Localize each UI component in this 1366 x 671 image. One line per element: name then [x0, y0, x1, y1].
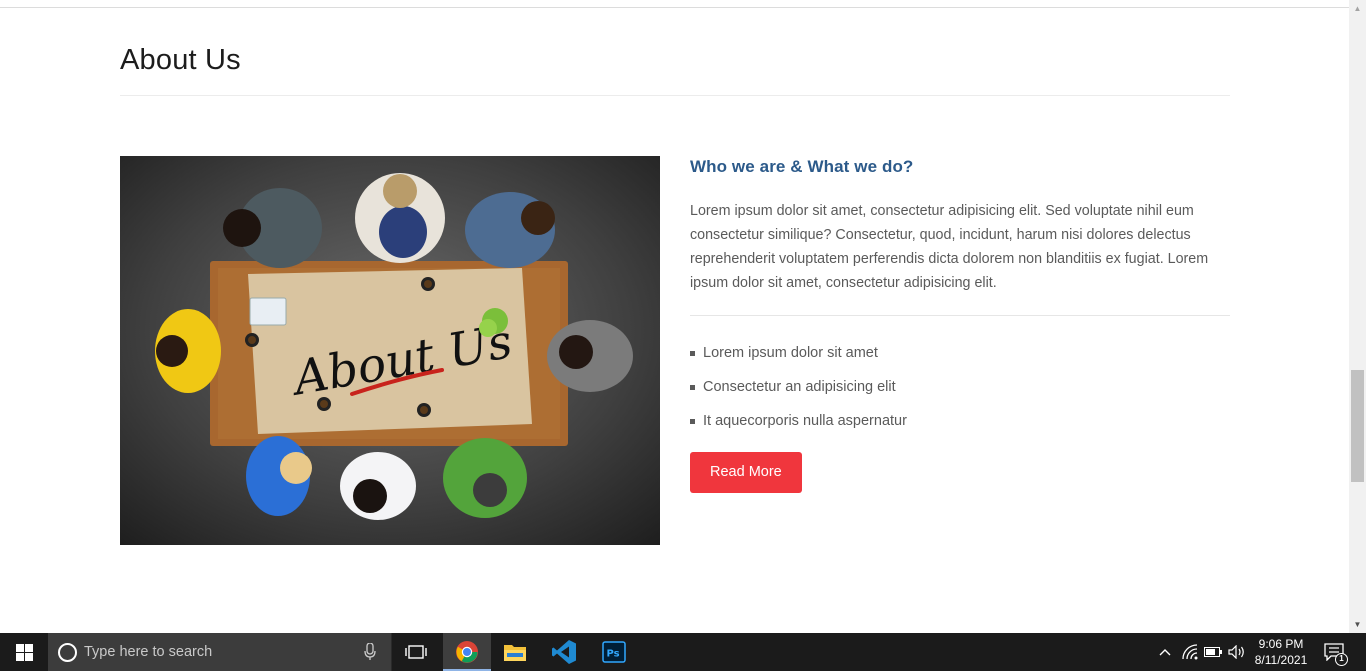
show-hidden-icons-button[interactable]: [1154, 633, 1176, 671]
battery-icon: [1204, 647, 1222, 657]
speaker-icon: [1228, 645, 1244, 659]
clock-date: 8/11/2021: [1254, 653, 1308, 667]
windows-logo-icon: [15, 643, 33, 661]
search-placeholder: Type here to search: [84, 644, 213, 660]
list-item-text: Lorem ipsum dolor sit amet: [703, 345, 878, 361]
list-item: Lorem ipsum dolor sit amet: [690, 342, 1230, 376]
clock-time: 9:06 PM: [1258, 637, 1304, 651]
network-button[interactable]: [1180, 633, 1200, 671]
wifi-icon: [1182, 644, 1198, 660]
page-title: About Us: [120, 44, 241, 76]
square-bullet-icon: [690, 385, 695, 390]
scroll-down-arrow-icon[interactable]: ▼: [1349, 616, 1366, 633]
square-bullet-icon: [690, 351, 695, 356]
file-explorer-icon: [504, 645, 526, 661]
list-item: Consectetur an adipisicing elit: [690, 376, 1230, 410]
vscode-icon: [552, 640, 576, 664]
taskbar-chrome[interactable]: [443, 633, 491, 671]
start-button[interactable]: [0, 633, 48, 671]
photoshop-icon: Ps: [602, 641, 626, 663]
about-us-illustration: About Us: [120, 156, 660, 545]
feature-list: Lorem ipsum dolor sit amet Consectetur a…: [690, 342, 1230, 444]
about-paragraph: Lorem ipsum dolor sit amet, consectetur …: [690, 203, 1209, 291]
photoshop-label: Ps: [607, 649, 620, 660]
web-page: About Us About Us Who we are & What we d…: [0, 0, 1349, 633]
action-center-button[interactable]: 1: [1320, 633, 1354, 671]
scrollbar-thumb[interactable]: [1351, 370, 1364, 482]
section-subtitle: Who we are & What we do?: [690, 157, 914, 176]
volume-button[interactable]: [1226, 633, 1248, 671]
chevron-up-icon: [1159, 649, 1171, 656]
chrome-icon: [456, 641, 478, 663]
top-divider: [0, 7, 1349, 8]
notification-count-badge: 1: [1335, 653, 1348, 666]
taskbar-search-box[interactable]: Type here to search: [48, 633, 392, 671]
taskbar-vscode[interactable]: [540, 633, 588, 671]
list-item-text: Consectetur an adipisicing elit: [703, 379, 896, 395]
battery-button[interactable]: [1203, 633, 1223, 671]
about-content: Who we are & What we do? Lorem ipsum dol…: [690, 156, 1230, 493]
scroll-up-arrow-icon[interactable]: ▲: [1349, 0, 1366, 17]
square-bullet-icon: [690, 419, 695, 424]
title-divider: [120, 95, 1230, 96]
cortana-icon: [58, 643, 77, 662]
task-view-button[interactable]: [392, 633, 440, 671]
about-us-image: About Us: [120, 156, 660, 545]
taskbar-photoshop[interactable]: Ps: [590, 633, 638, 671]
list-item: It aquecorporis nulla aspernatur: [690, 410, 1230, 444]
taskbar-file-explorer[interactable]: [491, 633, 539, 671]
content-divider: [690, 315, 1230, 316]
task-view-icon: [405, 645, 427, 659]
microphone-icon[interactable]: [364, 643, 376, 661]
windows-taskbar: Type here to search Ps 9:06 PM 8/11/2021…: [0, 633, 1366, 671]
vertical-scrollbar[interactable]: ▲ ▼: [1349, 0, 1366, 633]
list-item-text: It aquecorporis nulla aspernatur: [703, 413, 907, 429]
read-more-button[interactable]: Read More: [690, 452, 802, 493]
system-clock[interactable]: 9:06 PM 8/11/2021: [1248, 636, 1314, 668]
